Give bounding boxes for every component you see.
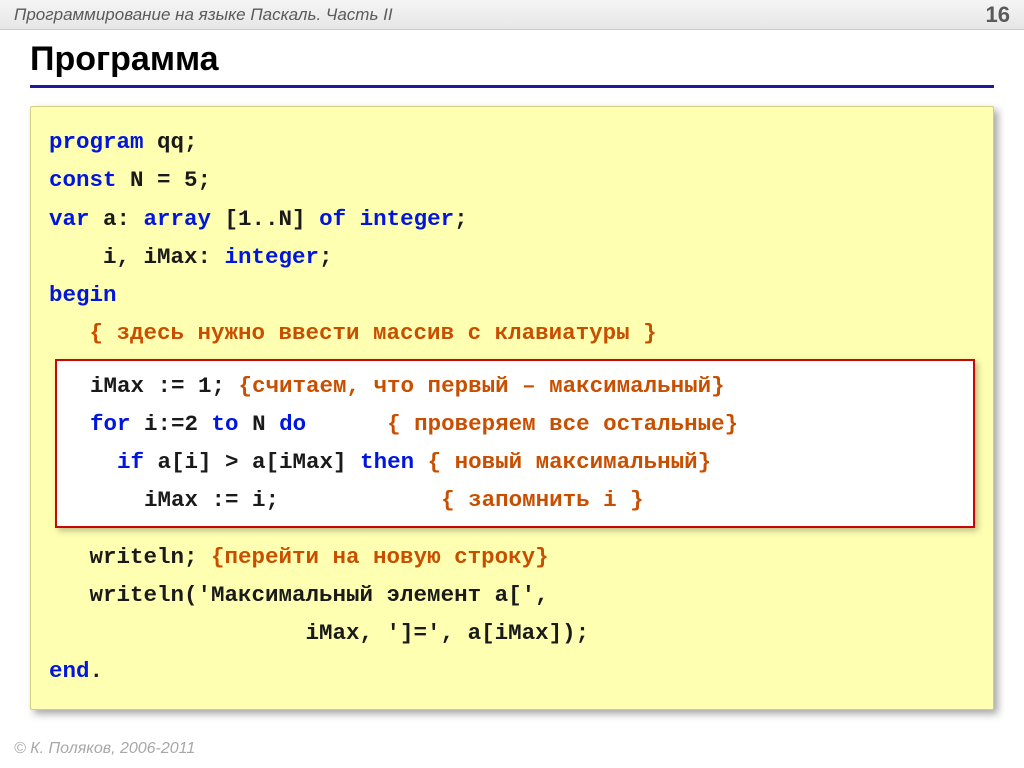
code-line: writeln('Максимальный элемент a[', [49,576,975,614]
comment: {считаем, что первый – максимальный} [239,373,725,399]
slide-root: Программирование на языке Паскаль. Часть… [0,0,1024,768]
code-line: const N = 5; [49,161,975,199]
kw-to: to [212,411,239,437]
kw-do: do [279,411,306,437]
code-line: writeln; {перейти на новую строку} [49,538,975,576]
code-line: program qq; [49,123,975,161]
code-text [306,411,387,437]
code-text: writeln; [49,544,211,570]
kw-for: for [90,411,131,437]
page-number: 16 [986,2,1010,28]
kw-of: of [319,206,346,232]
kw-array: array [144,206,212,232]
code-text: a: [90,206,144,232]
code-line: { здесь нужно ввести массив с клавиатуры… [49,314,975,352]
code-line: i, iMax: integer; [49,238,975,276]
highlight-box: iMax := 1; {считаем, что первый – максим… [55,359,975,528]
code-text: ; [319,244,333,270]
code-line: iMax := 1; {считаем, что первый – максим… [63,367,967,405]
kw-integer: integer [225,244,320,270]
kw-var: var [49,206,90,232]
code-text [414,449,428,475]
code-text: N [239,411,280,437]
code-text: ; [454,206,468,232]
code-text: . [90,658,104,684]
code-line: iMax := i; { запомнить i } [63,481,967,519]
code-line: begin [49,276,975,314]
code-text: [1..N] [211,206,319,232]
kw-if: if [117,449,144,475]
code-text: qq; [144,129,198,155]
kw-integer: integer [360,206,455,232]
code-text: iMax, ']=', a[iMax]); [49,620,589,646]
comment: { запомнить i } [441,487,644,513]
topbar: Программирование на языке Паскаль. Часть… [0,0,1024,30]
code-text [63,449,117,475]
comment: { новый максимальный} [428,449,712,475]
code-line: if a[i] > a[iMax] then { новый максималь… [63,443,967,481]
code-line: var a: array [1..N] of integer; [49,200,975,238]
kw-end: end [49,658,90,684]
code-text: writeln('Максимальный элемент a[', [49,582,549,608]
code-text [346,206,360,232]
comment: {перейти на новую строку} [211,544,549,570]
code-line: for i:=2 to N do { проверяем все остальн… [63,405,967,443]
content-area: Программа program qq; const N = 5; var a… [0,30,1024,768]
kw-program: program [49,129,144,155]
code-text: iMax := 1; [63,373,239,399]
header-title: Программирование на языке Паскаль. Часть… [14,5,393,25]
code-text: N = 5; [117,167,212,193]
code-text: i:=2 [131,411,212,437]
kw-begin: begin [49,282,117,308]
comment: { проверяем все остальные} [387,411,738,437]
comment: { здесь нужно ввести массив с клавиатуры… [49,320,657,346]
code-text: iMax := i; [63,487,441,513]
kw-then: then [360,449,414,475]
code-text: i, iMax: [49,244,225,270]
slide-title: Программа [30,40,994,88]
kw-const: const [49,167,117,193]
code-text: a[i] > a[iMax] [144,449,360,475]
code-panel: program qq; const N = 5; var a: array [1… [30,106,994,710]
code-text [63,411,90,437]
code-line: end. [49,652,975,690]
code-line: iMax, ']=', a[iMax]); [49,614,975,652]
footer-copyright: © К. Поляков, 2006-2011 [14,740,195,758]
